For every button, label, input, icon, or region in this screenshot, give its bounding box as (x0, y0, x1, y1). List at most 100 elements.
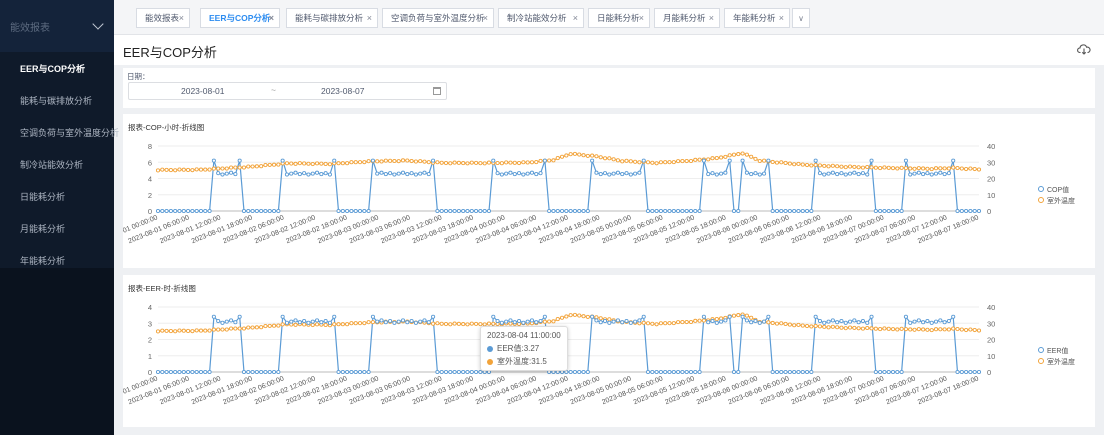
data-point-primary (396, 171, 401, 176)
data-point-primary (865, 172, 870, 177)
close-icon[interactable]: × (179, 13, 184, 23)
y-tick-right: 0 (987, 207, 991, 216)
data-point-primary (628, 320, 633, 325)
data-point-primary (413, 320, 418, 325)
data-point-primary (452, 208, 457, 214)
data-point-primary (289, 171, 294, 176)
date-range-picker[interactable]: 2023-08-01 ~ 2023-08-07 (128, 82, 447, 100)
cloud-download-icon[interactable] (1077, 43, 1091, 55)
data-point-temperature (921, 327, 926, 332)
data-point-primary (774, 369, 780, 375)
data-point-temperature (259, 164, 264, 169)
calendar-icon[interactable] (433, 87, 441, 95)
data-point-primary (951, 158, 956, 163)
data-point-primary (379, 318, 384, 323)
data-point-primary (796, 208, 801, 214)
close-icon[interactable]: × (709, 13, 714, 23)
data-point-temperature (538, 158, 543, 163)
data-point-temperature (723, 154, 728, 159)
data-point-primary (839, 318, 844, 324)
sidebar-item-ac-load[interactable]: 空调负荷与室外温度分析 (0, 116, 119, 148)
data-point-primary (418, 171, 423, 176)
chevron-down-icon[interactable] (92, 17, 104, 30)
date-end-value[interactable]: 2023-08-07 (321, 86, 364, 96)
data-point-primary (817, 171, 823, 176)
data-point-primary (297, 172, 302, 177)
data-point-temperature (843, 165, 848, 170)
data-point-temperature (598, 316, 603, 321)
date-start-value[interactable]: 2023-08-01 (181, 86, 224, 96)
data-point-primary (310, 319, 315, 324)
data-point-primary (792, 208, 797, 214)
data-point-temperature (744, 152, 749, 157)
sidebar-item-cooling-station[interactable]: 制冷站能效分析 (0, 148, 114, 180)
data-point-temperature (529, 160, 535, 165)
data-point-primary (439, 369, 444, 375)
sidebar-item-daily[interactable]: 日能耗分析 (0, 180, 114, 212)
data-point-primary (633, 319, 638, 324)
sidebar-group-header[interactable]: 能效报表 (0, 0, 114, 52)
data-point-primary (310, 171, 315, 176)
data-point-temperature (964, 327, 969, 333)
data-point-primary (830, 318, 835, 323)
data-point-primary (620, 320, 625, 325)
data-point-primary (233, 172, 238, 177)
data-point-temperature (878, 166, 883, 171)
tooltip-value: 3.27 (523, 344, 540, 353)
data-point-primary (594, 318, 599, 323)
tab-monthly[interactable]: 月能耗分析 × (654, 8, 720, 28)
close-icon[interactable]: × (639, 13, 644, 23)
data-point-primary (293, 318, 298, 323)
sidebar-item-monthly[interactable]: 月能耗分析 (0, 212, 114, 244)
data-point-primary (461, 208, 466, 214)
data-point-primary (766, 158, 771, 163)
close-icon[interactable]: × (779, 13, 784, 23)
data-point-primary (443, 369, 449, 375)
data-point-temperature (547, 158, 552, 163)
data-point-temperature (319, 161, 324, 166)
data-point-primary (817, 318, 823, 324)
tab-label: 能耗与碳排放分析 (295, 13, 364, 23)
tab-energy-carbon[interactable]: 能耗与碳排放分析 × (286, 8, 378, 28)
data-point-primary (856, 172, 861, 177)
tab-cooling-station[interactable]: 制冷站能效分析 × (498, 8, 584, 28)
tab-more-button[interactable]: ∨ (792, 8, 810, 28)
data-point-primary (319, 172, 324, 177)
data-point-temperature (375, 159, 380, 164)
data-point-temperature (465, 322, 470, 327)
y-tick-right: 30 (987, 158, 995, 167)
data-point-primary (809, 369, 814, 375)
data-point-temperature (946, 327, 951, 332)
data-point-temperature (306, 161, 311, 166)
close-icon[interactable]: × (269, 13, 274, 23)
tab-yearly[interactable]: 年能耗分析 × (724, 8, 790, 28)
tab-daily[interactable]: 日能耗分析 × (588, 8, 650, 28)
data-point-primary (263, 208, 268, 214)
close-icon[interactable]: × (367, 13, 372, 23)
data-point-primary (259, 208, 264, 214)
data-point-primary (267, 208, 272, 214)
tab-energy-report[interactable]: 能效报表 × (136, 8, 190, 28)
tab-eer-cop[interactable]: EER与COP分析 × (200, 8, 280, 28)
y-tick-right: 30 (987, 319, 995, 328)
data-point-primary (439, 208, 444, 214)
data-point-temperature (654, 322, 659, 327)
data-point-temperature (560, 154, 565, 159)
data-point-primary (873, 369, 878, 375)
sidebar-item-energy-carbon[interactable]: 能耗与碳排放分析 (0, 84, 114, 116)
close-icon[interactable]: × (483, 13, 488, 23)
data-point-primary (357, 369, 363, 375)
data-point-temperature (731, 313, 737, 318)
data-point-primary (938, 170, 943, 175)
close-icon[interactable]: × (573, 13, 578, 23)
data-point-temperature (164, 328, 169, 333)
data-point-primary (551, 208, 556, 214)
data-point-temperature (762, 158, 767, 163)
data-point-temperature (693, 157, 698, 162)
cop-chart-panel: 报表-COP-小时-折线图 0 2 4 6 8 0 10 20 30 40 ~-01 00:00:0… (123, 114, 1095, 268)
data-point-primary (731, 369, 737, 375)
sidebar-item-eer-cop[interactable]: EER与COP分析 (0, 52, 114, 84)
tab-ac-load[interactable]: 空调负荷与室外温度分析 × (382, 8, 494, 28)
data-point-primary (667, 369, 672, 375)
data-point-primary (946, 318, 951, 324)
